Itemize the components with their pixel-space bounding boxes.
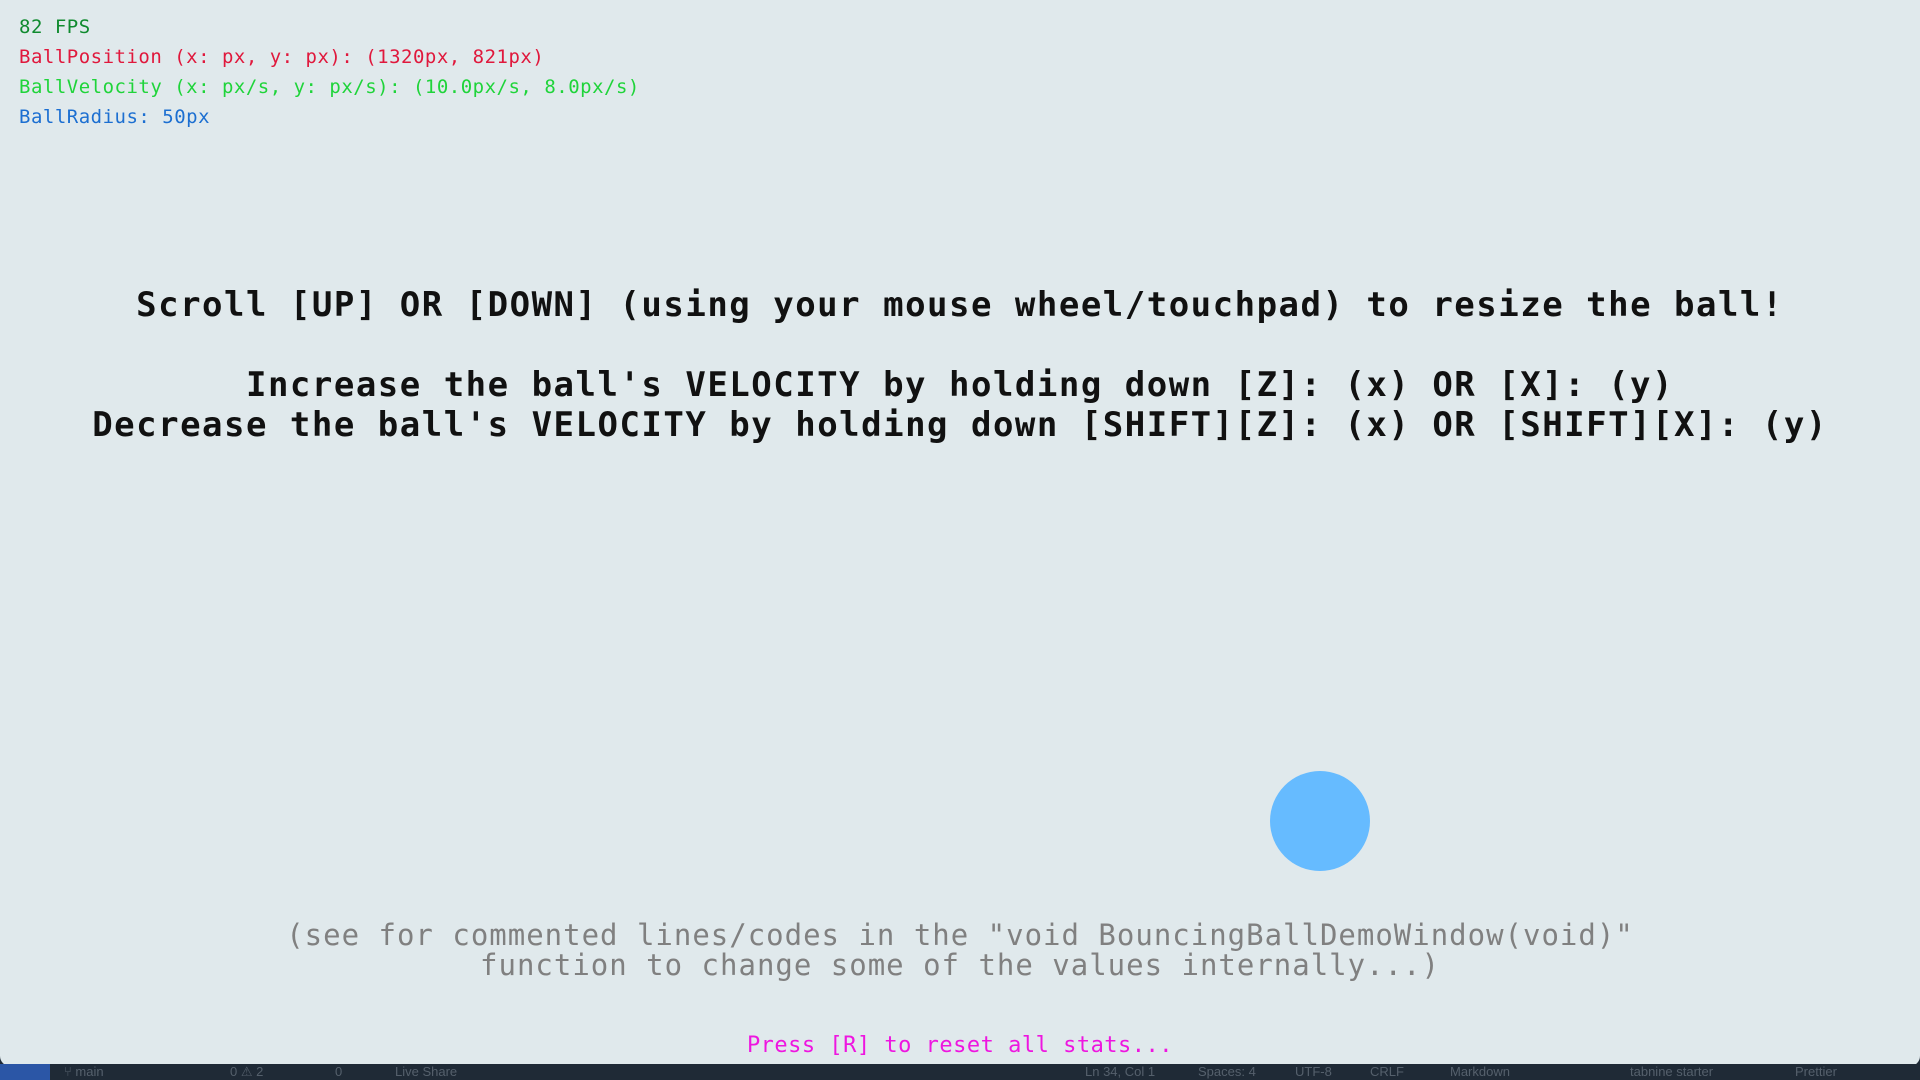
game-window[interactable]: 82 FPS BallPosition (x: px, y: px): (132…	[0, 0, 1920, 1066]
scroll-instruction: Scroll [UP] OR [DOWN] (using your mouse …	[136, 285, 1784, 325]
ball-velocity-readout: BallVelocity (x: px/s, y: px/s): (10.0px…	[19, 76, 640, 98]
bouncing-ball	[1270, 771, 1370, 871]
live-share-button[interactable]: Live Share	[395, 1064, 457, 1079]
language-mode[interactable]: Markdown	[1450, 1064, 1510, 1079]
ball-position-readout: BallPosition (x: px, y: px): (1320px, 82…	[19, 46, 545, 68]
reset-hint: Press [R] to reset all stats...	[746, 1033, 1174, 1058]
cursor-position[interactable]: Ln 34, Col 1	[1085, 1064, 1155, 1079]
indentation-setting[interactable]: Spaces: 4	[1198, 1064, 1256, 1079]
problems-indicator[interactable]: 0 ⚠ 2	[230, 1064, 263, 1080]
prettier-status[interactable]: Prettier	[1795, 1064, 1837, 1079]
branch-icon: ⑂	[64, 1064, 76, 1079]
remote-indicator-button[interactable]	[0, 1064, 50, 1080]
code-note-line-1: (see for commented lines/codes in the "v…	[286, 918, 1634, 952]
eol-setting[interactable]: CRLF	[1370, 1064, 1404, 1079]
encoding-setting[interactable]: UTF-8	[1295, 1064, 1332, 1079]
code-note-line-2: function to change some of the values in…	[480, 948, 1440, 982]
decrease-velocity-instruction: Decrease the ball's VELOCITY by holding …	[92, 405, 1828, 445]
fps-counter: 82 FPS	[19, 16, 91, 38]
ports-indicator[interactable]: 0	[335, 1064, 342, 1079]
editor-status-bar: ⑂ main 0 ⚠ 2 0 Live Share Ln 34, Col 1 S…	[0, 1064, 1920, 1080]
tabnine-status[interactable]: tabnine starter	[1630, 1064, 1713, 1079]
ball-radius-readout: BallRadius: 50px	[19, 106, 211, 128]
branch-label: main	[75, 1064, 104, 1079]
branch-indicator[interactable]: ⑂ main	[64, 1064, 104, 1079]
increase-velocity-instruction: Increase the ball's VELOCITY by holding …	[245, 365, 1675, 405]
